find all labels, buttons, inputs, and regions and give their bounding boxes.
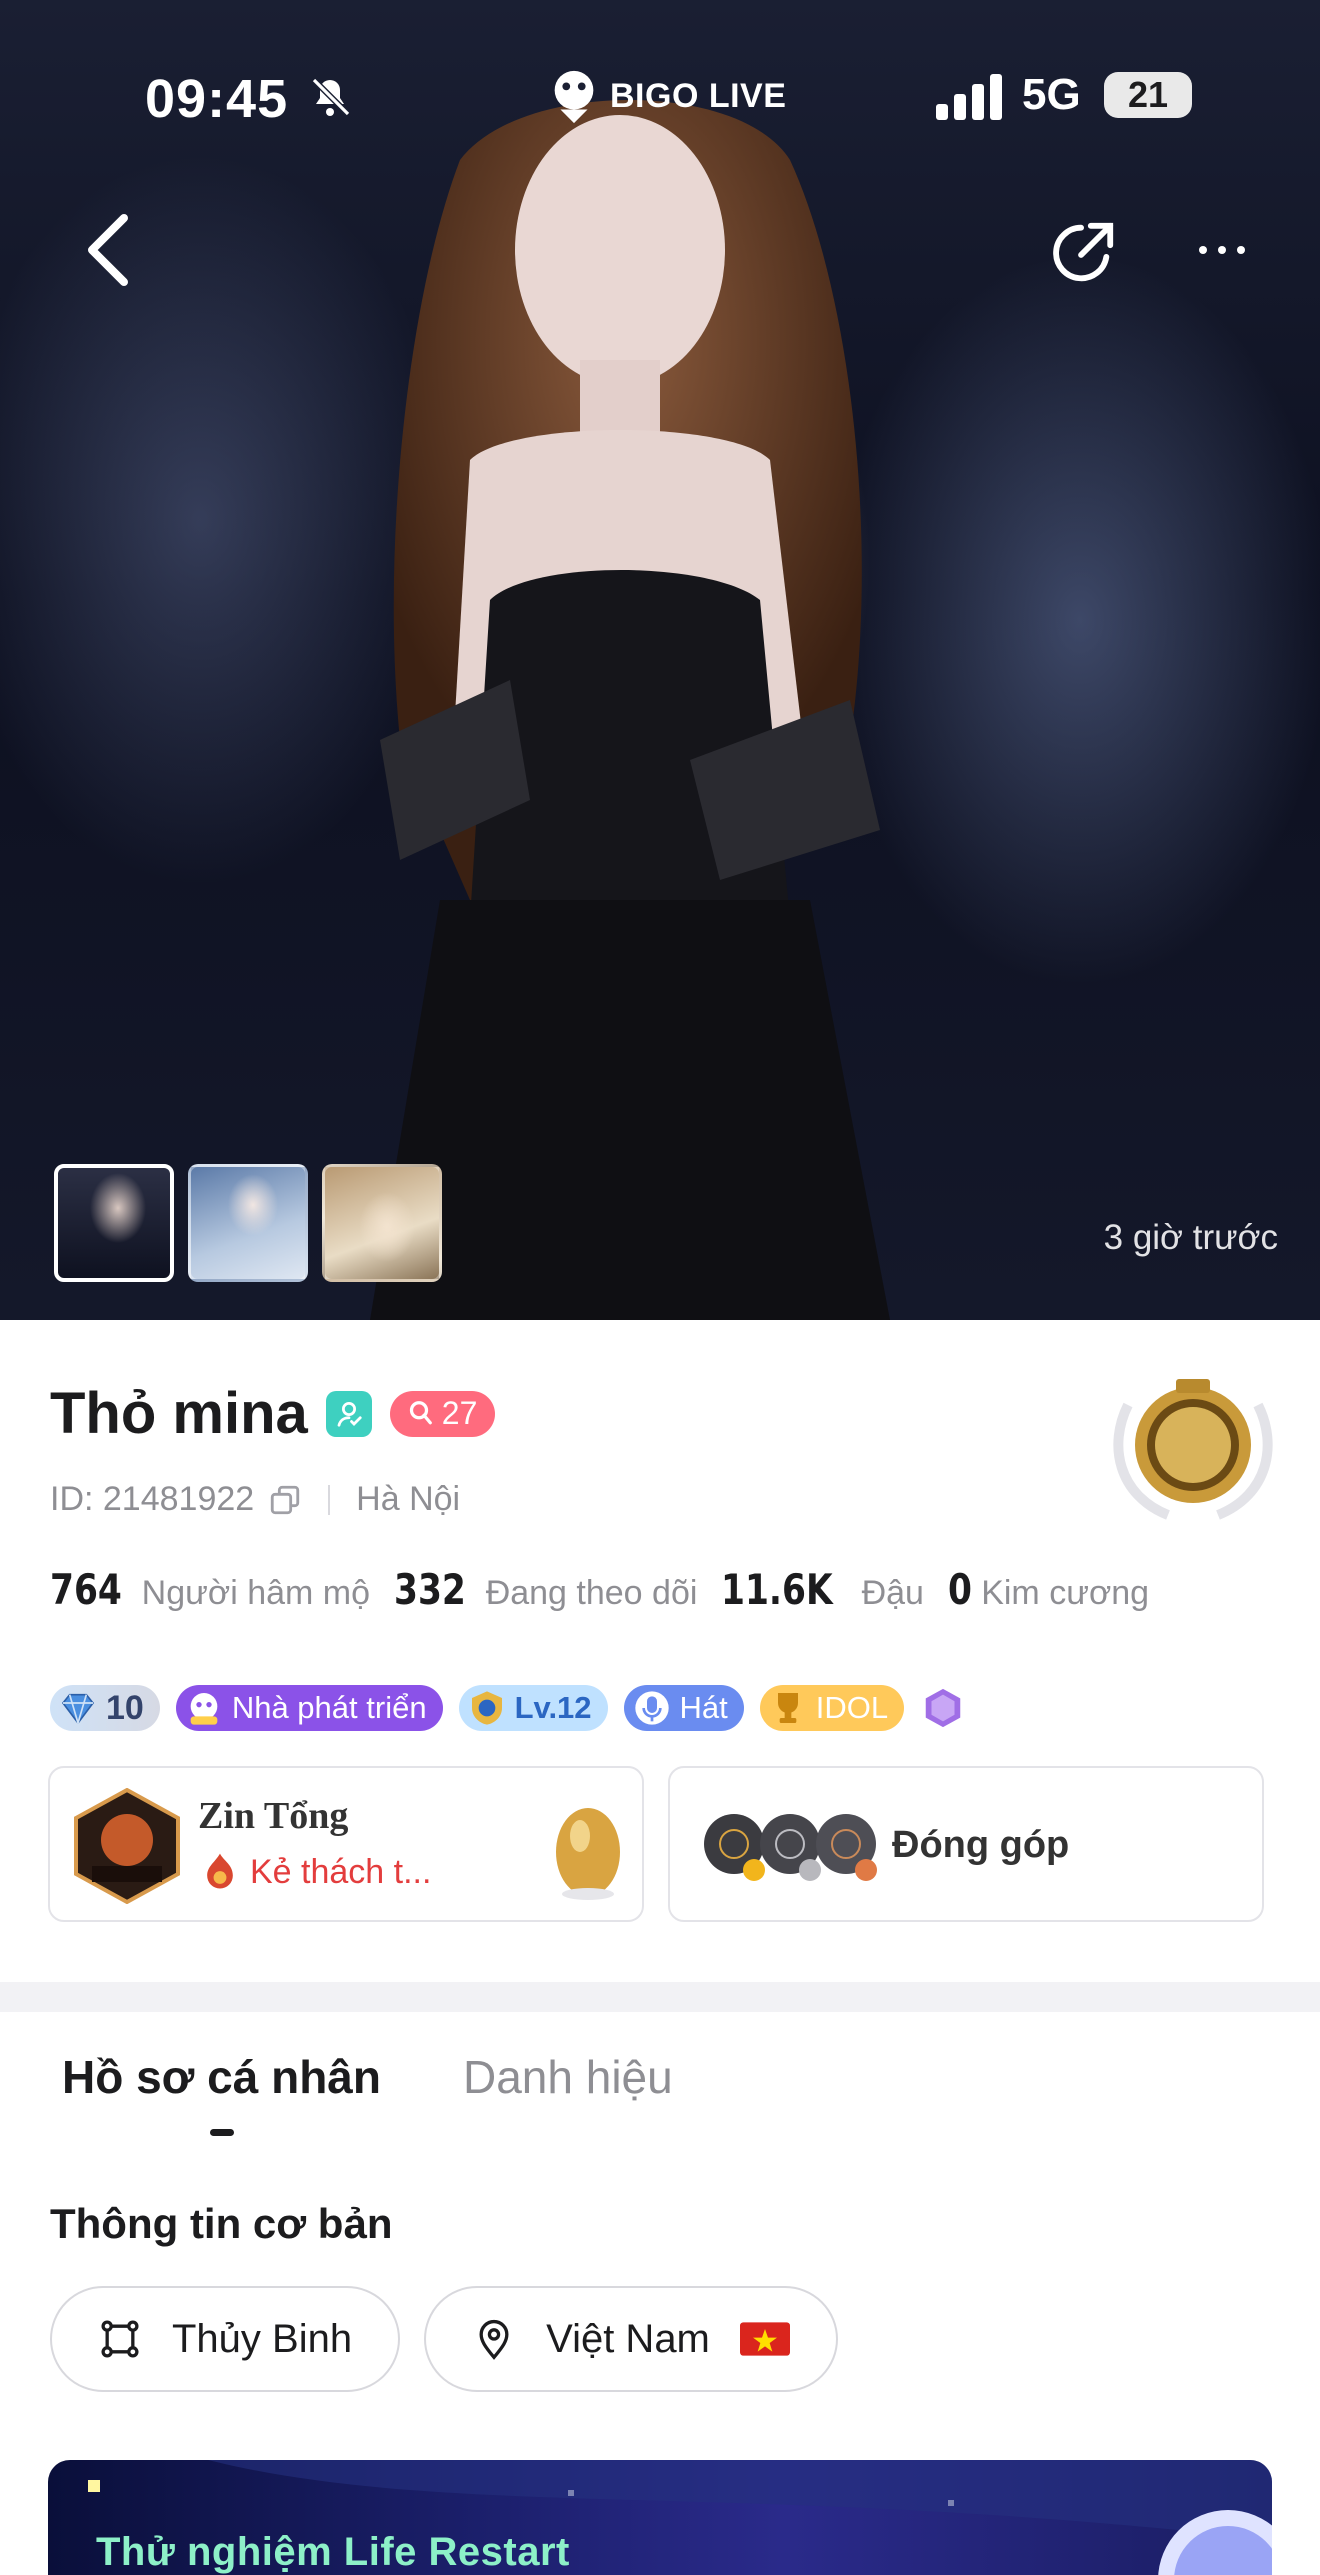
user-level-value: Lv.12 [514,1690,592,1725]
gender-age-badge: 27 [389,1390,496,1437]
stats-row: 764 Người hâm mộ 332 Đang theo dõi 11.6K… [50,1565,1159,1614]
zodiac-label: Thủy Binh [172,2316,353,2361]
country-label: Việt Nam [546,2316,710,2361]
fans-label[interactable]: Người hâm mộ [142,1574,370,1613]
clock: 09:45 [145,69,289,129]
fans-count[interactable]: 764 [50,1565,122,1614]
family-rank: Kẻ thách t... [198,1850,431,1894]
bigo-logo-icon [554,70,594,124]
diamonds-label[interactable]: Kim cương [981,1574,1149,1613]
signal-icon [936,74,1002,120]
country-chip[interactable]: Việt Nam [424,2286,838,2392]
family-card[interactable]: Zin Tổng Kẻ thách t... [48,1766,644,1922]
tab-personal-profile-label: Hồ sơ cá nhân [62,2051,381,2103]
active-tab-indicator [209,2129,234,2136]
zodiac-aquarius-icon [101,2320,139,2358]
share-icon[interactable] [1048,218,1118,288]
hexagon-rank-badge[interactable]: 3 [920,1685,966,1731]
copy-icon[interactable] [268,1483,302,1517]
sing-tag-badge[interactable]: Hát [623,1685,744,1731]
idol-badge[interactable]: IDOL [759,1685,905,1731]
beans-count[interactable]: 11.6K [721,1565,833,1614]
section-separator [0,1982,1320,2012]
diamond-level-value: 10 [106,1688,144,1727]
life-restart-banner[interactable]: Thử nghiệm Life Restart [48,2460,1272,2575]
zodiac-chip[interactable]: Thủy Binh [50,2286,401,2392]
verified-user-icon[interactable] [325,1390,372,1437]
anniversary-medal-icon[interactable] [1098,1365,1288,1525]
status-bar: 09:45 BIGO LIVE 5G 21 [0,60,1320,140]
diamonds-count[interactable]: 0 [948,1565,972,1614]
name-row: Thỏ mina 27 [50,1380,496,1447]
more-options-icon[interactable] [1195,235,1249,265]
family-rank-label: Kẻ thách t... [250,1852,432,1891]
photo-thumbnail-strip [54,1164,442,1282]
profile-tabs: Hồ sơ cá nhân Danh hiệu [62,2050,673,2136]
user-location: Hà Nội [356,1480,461,1518]
family-emblem-icon [74,1788,180,1904]
user-level-badge[interactable]: Lv.12 [458,1685,608,1731]
user-name: Thỏ mina [50,1381,308,1446]
banner-title: Thử nghiệm Life Restart [96,2530,570,2574]
basic-info-title: Thông tin cơ bản [50,2200,393,2247]
photo-time-ago: 3 giờ trước [1103,1218,1278,1257]
developer-badge[interactable]: Nhà phát triển [175,1685,443,1731]
microphone-icon [634,1691,669,1725]
diamond-icon [61,1693,95,1726]
diamond-level-badge[interactable]: 10 [50,1685,160,1731]
idol-badge-label: IDOL [815,1690,889,1725]
flame-crest-icon [207,1853,233,1889]
profile-cards-row: Zin Tổng Kẻ thách t... Đóng góp [48,1766,1264,1922]
vietnam-flag-icon [739,2322,790,2356]
female-icon [409,1400,432,1424]
trophy-icon [777,1693,798,1723]
profile-hero-photo[interactable]: 09:45 BIGO LIVE 5G 21 3 giờ trước [0,0,1320,1320]
basic-info-chips: Thủy Binh Việt Nam [50,2286,838,2392]
tab-personal-profile[interactable]: Hồ sơ cá nhân [62,2050,381,2136]
bell-muted-icon [311,77,351,117]
id-location-row: ID: 21481922 Hà Nội [50,1480,460,1519]
contribution-label: Đóng góp [892,1824,1070,1866]
following-label[interactable]: Đang theo dõi [486,1574,698,1613]
profile-photo-figure [370,100,890,1320]
tab-titles-label: Danh hiệu [463,2051,673,2103]
location-pin-icon [479,2319,509,2360]
level-shield-icon [471,1691,502,1725]
id-divider [328,1484,331,1515]
family-name: Zin Tổng [198,1795,349,1837]
tab-titles[interactable]: Danh hiệu [463,2050,673,2104]
app-brand-text: BIGO LIVE [610,76,787,115]
golden-egg-icon [556,1808,620,1900]
hexagon-rank-icon [925,1688,961,1728]
battery-indicator: 21 [1104,72,1192,118]
badges-row: 10 Nhà phát triển Lv.12 Hát IDOL 3 [50,1685,966,1731]
photo-thumbnail-2[interactable] [188,1164,308,1282]
sing-tag-label: Hát [679,1690,728,1725]
back-arrow-icon[interactable] [80,210,140,290]
contributor-ranking-icon [704,1814,877,1881]
developer-badge-label: Nhà phát triển [231,1690,427,1725]
beans-label[interactable]: Đậu [862,1574,924,1613]
age-value: 27 [441,1395,478,1431]
app-brand: BIGO LIVE [548,66,786,126]
photo-thumbnail-1[interactable] [54,1164,174,1282]
user-id: ID: 21481922 [50,1480,255,1518]
developer-mascot-icon [190,1693,218,1725]
photo-thumbnail-3[interactable] [322,1164,442,1282]
following-count[interactable]: 332 [394,1565,466,1614]
contribution-card[interactable]: Đóng góp [668,1766,1264,1922]
network-type: 5G [1022,70,1081,119]
